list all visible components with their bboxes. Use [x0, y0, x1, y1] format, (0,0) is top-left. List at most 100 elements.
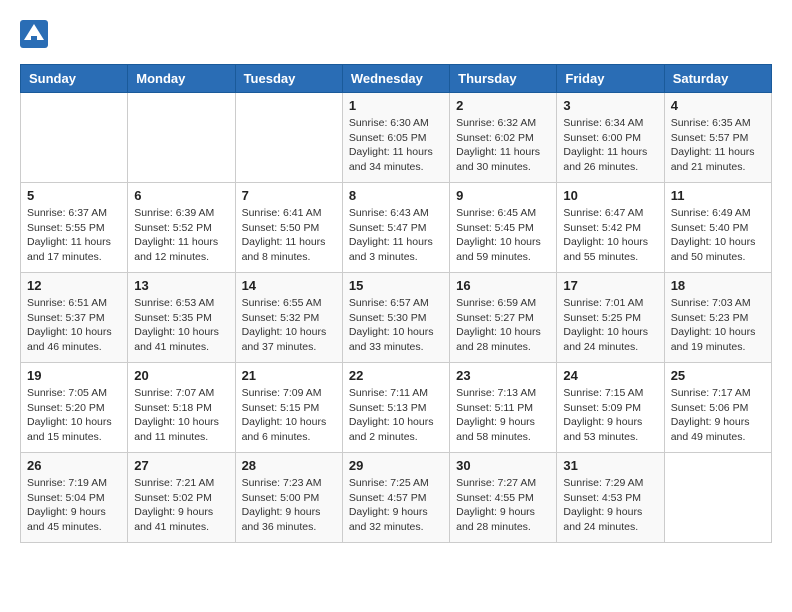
day-number: 15: [349, 278, 443, 293]
header-friday: Friday: [557, 65, 664, 93]
day-detail: Sunrise: 7:03 AMSunset: 5:23 PMDaylight:…: [671, 296, 765, 355]
calendar-cell: 18 Sunrise: 7:03 AMSunset: 5:23 PMDayligh…: [664, 273, 771, 363]
calendar-cell: [128, 93, 235, 183]
header-thursday: Thursday: [450, 65, 557, 93]
day-detail: Sunrise: 7:21 AMSunset: 5:02 PMDaylight:…: [134, 476, 228, 535]
day-number: 28: [242, 458, 336, 473]
day-detail: Sunrise: 7:11 AMSunset: 5:13 PMDaylight:…: [349, 386, 443, 445]
day-number: 10: [563, 188, 657, 203]
calendar-cell: 12 Sunrise: 6:51 AMSunset: 5:37 PMDayligh…: [21, 273, 128, 363]
day-detail: Sunrise: 6:32 AMSunset: 6:02 PMDaylight:…: [456, 116, 550, 175]
calendar-cell: 11 Sunrise: 6:49 AMSunset: 5:40 PMDayligh…: [664, 183, 771, 273]
page-header: [20, 20, 772, 48]
day-detail: Sunrise: 7:17 AMSunset: 5:06 PMDaylight:…: [671, 386, 765, 445]
day-detail: Sunrise: 7:01 AMSunset: 5:25 PMDaylight:…: [563, 296, 657, 355]
day-detail: Sunrise: 7:27 AMSunset: 4:55 PMDaylight:…: [456, 476, 550, 535]
calendar-cell: [21, 93, 128, 183]
calendar-cell: 2 Sunrise: 6:32 AMSunset: 6:02 PMDaylight…: [450, 93, 557, 183]
day-number: 6: [134, 188, 228, 203]
header-sunday: Sunday: [21, 65, 128, 93]
calendar-table: SundayMondayTuesdayWednesdayThursdayFrid…: [20, 64, 772, 543]
calendar-cell: 20 Sunrise: 7:07 AMSunset: 5:18 PMDayligh…: [128, 363, 235, 453]
day-number: 19: [27, 368, 121, 383]
day-detail: Sunrise: 7:25 AMSunset: 4:57 PMDaylight:…: [349, 476, 443, 535]
calendar-cell: 30 Sunrise: 7:27 AMSunset: 4:55 PMDayligh…: [450, 453, 557, 543]
day-number: 26: [27, 458, 121, 473]
day-number: 29: [349, 458, 443, 473]
calendar-cell: 9 Sunrise: 6:45 AMSunset: 5:45 PMDaylight…: [450, 183, 557, 273]
day-number: 2: [456, 98, 550, 113]
calendar-cell: 10Sunrise: 6:47 AMSunset: 5:42 PMDayligh…: [557, 183, 664, 273]
logo: [20, 20, 52, 48]
day-number: 20: [134, 368, 228, 383]
day-number: 4: [671, 98, 765, 113]
calendar-cell: 27 Sunrise: 7:21 AMSunset: 5:02 PMDayligh…: [128, 453, 235, 543]
calendar-cell: [664, 453, 771, 543]
calendar-cell: 13 Sunrise: 6:53 AMSunset: 5:35 PMDayligh…: [128, 273, 235, 363]
day-detail: Sunrise: 6:51 AMSunset: 5:37 PMDaylight:…: [27, 296, 121, 355]
header-wednesday: Wednesday: [342, 65, 449, 93]
calendar-cell: 6 Sunrise: 6:39 AMSunset: 5:52 PMDaylight…: [128, 183, 235, 273]
day-detail: Sunrise: 6:41 AMSunset: 5:50 PMDaylight:…: [242, 206, 336, 265]
calendar-cell: 17 Sunrise: 7:01 AMSunset: 5:25 PMDayligh…: [557, 273, 664, 363]
day-detail: Sunrise: 6:35 AMSunset: 5:57 PMDaylight:…: [671, 116, 765, 175]
calendar-cell: [235, 93, 342, 183]
day-detail: Sunrise: 6:59 AMSunset: 5:27 PMDaylight:…: [456, 296, 550, 355]
day-number: 17: [563, 278, 657, 293]
header-tuesday: Tuesday: [235, 65, 342, 93]
calendar-cell: 14Sunrise: 6:55 AMSunset: 5:32 PMDayligh…: [235, 273, 342, 363]
day-detail: Sunrise: 6:57 AMSunset: 5:30 PMDaylight:…: [349, 296, 443, 355]
day-detail: Sunrise: 6:53 AMSunset: 5:35 PMDaylight:…: [134, 296, 228, 355]
calendar-cell: 23Sunrise: 7:13 AMSunset: 5:11 PMDayligh…: [450, 363, 557, 453]
day-number: 21: [242, 368, 336, 383]
day-number: 13: [134, 278, 228, 293]
day-detail: Sunrise: 6:55 AMSunset: 5:32 PMDaylight:…: [242, 296, 336, 355]
day-number: 11: [671, 188, 765, 203]
calendar-cell: 1Sunrise: 6:30 AMSunset: 6:05 PMDaylight…: [342, 93, 449, 183]
calendar-week-row: 12 Sunrise: 6:51 AMSunset: 5:37 PMDayligh…: [21, 273, 772, 363]
day-number: 9: [456, 188, 550, 203]
day-detail: Sunrise: 7:07 AMSunset: 5:18 PMDaylight:…: [134, 386, 228, 445]
day-detail: Sunrise: 6:34 AMSunset: 6:00 PMDaylight:…: [563, 116, 657, 175]
day-number: 5: [27, 188, 121, 203]
day-number: 27: [134, 458, 228, 473]
day-detail: Sunrise: 7:15 AMSunset: 5:09 PMDaylight:…: [563, 386, 657, 445]
calendar-cell: 15 Sunrise: 6:57 AMSunset: 5:30 PMDayligh…: [342, 273, 449, 363]
day-number: 8: [349, 188, 443, 203]
day-detail: Sunrise: 7:23 AMSunset: 5:00 PMDaylight:…: [242, 476, 336, 535]
day-number: 1: [349, 98, 443, 113]
logo-icon: [20, 20, 48, 48]
day-number: 30: [456, 458, 550, 473]
calendar-cell: 7 Sunrise: 6:41 AMSunset: 5:50 PMDaylight…: [235, 183, 342, 273]
calendar-cell: 26 Sunrise: 7:19 AMSunset: 5:04 PMDayligh…: [21, 453, 128, 543]
day-detail: Sunrise: 7:05 AMSunset: 5:20 PMDaylight:…: [27, 386, 121, 445]
calendar-cell: 3Sunrise: 6:34 AMSunset: 6:00 PMDaylight…: [557, 93, 664, 183]
calendar-header-row: SundayMondayTuesdayWednesdayThursdayFrid…: [21, 65, 772, 93]
day-detail: Sunrise: 6:39 AMSunset: 5:52 PMDaylight:…: [134, 206, 228, 265]
calendar-cell: 24Sunrise: 7:15 AMSunset: 5:09 PMDayligh…: [557, 363, 664, 453]
day-number: 18: [671, 278, 765, 293]
day-number: 16: [456, 278, 550, 293]
calendar-week-row: 5 Sunrise: 6:37 AMSunset: 5:55 PMDaylight…: [21, 183, 772, 273]
calendar-cell: 28 Sunrise: 7:23 AMSunset: 5:00 PMDayligh…: [235, 453, 342, 543]
day-detail: Sunrise: 6:45 AMSunset: 5:45 PMDaylight:…: [456, 206, 550, 265]
day-detail: Sunrise: 7:13 AMSunset: 5:11 PMDaylight:…: [456, 386, 550, 445]
day-number: 31: [563, 458, 657, 473]
day-number: 25: [671, 368, 765, 383]
calendar-cell: 29 Sunrise: 7:25 AMSunset: 4:57 PMDayligh…: [342, 453, 449, 543]
calendar-cell: 8Sunrise: 6:43 AMSunset: 5:47 PMDaylight…: [342, 183, 449, 273]
calendar-week-row: 1Sunrise: 6:30 AMSunset: 6:05 PMDaylight…: [21, 93, 772, 183]
header-saturday: Saturday: [664, 65, 771, 93]
calendar-cell: 22 Sunrise: 7:11 AMSunset: 5:13 PMDayligh…: [342, 363, 449, 453]
calendar-week-row: 19 Sunrise: 7:05 AMSunset: 5:20 PMDayligh…: [21, 363, 772, 453]
day-detail: Sunrise: 6:37 AMSunset: 5:55 PMDaylight:…: [27, 206, 121, 265]
day-detail: Sunrise: 7:09 AMSunset: 5:15 PMDaylight:…: [242, 386, 336, 445]
day-number: 7: [242, 188, 336, 203]
calendar-cell: 25 Sunrise: 7:17 AMSunset: 5:06 PMDayligh…: [664, 363, 771, 453]
header-monday: Monday: [128, 65, 235, 93]
day-detail: Sunrise: 7:19 AMSunset: 5:04 PMDaylight:…: [27, 476, 121, 535]
day-number: 12: [27, 278, 121, 293]
day-detail: Sunrise: 6:49 AMSunset: 5:40 PMDaylight:…: [671, 206, 765, 265]
calendar-cell: 21 Sunrise: 7:09 AMSunset: 5:15 PMDayligh…: [235, 363, 342, 453]
day-number: 22: [349, 368, 443, 383]
